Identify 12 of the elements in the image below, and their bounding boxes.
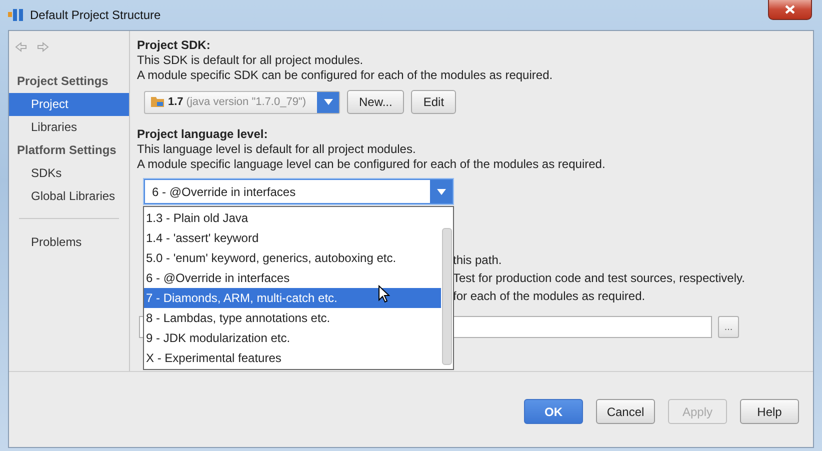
window-title: Default Project Structure	[30, 8, 161, 22]
description-text: Test for production code and test sources, respectively.	[453, 271, 746, 286]
section-heading: Project SDK:	[137, 38, 212, 53]
description-text: A module specific language level can be configured for each of the modules as required.	[137, 157, 606, 172]
description-text: for each of the modules as required.	[453, 289, 646, 304]
description-text: This language level is default for all project modules.	[137, 142, 417, 157]
description-text: This SDK is default for all project modules.	[137, 53, 364, 68]
sidebar-section-title: Project Settings	[16, 73, 110, 90]
description-text: this path.	[453, 253, 503, 268]
description-text: A module specific SDK can be configured for each of the modules as required.	[137, 68, 554, 83]
sidebar-section-title: Platform Settings	[16, 142, 118, 159]
section-heading: Project language level:	[137, 127, 269, 142]
